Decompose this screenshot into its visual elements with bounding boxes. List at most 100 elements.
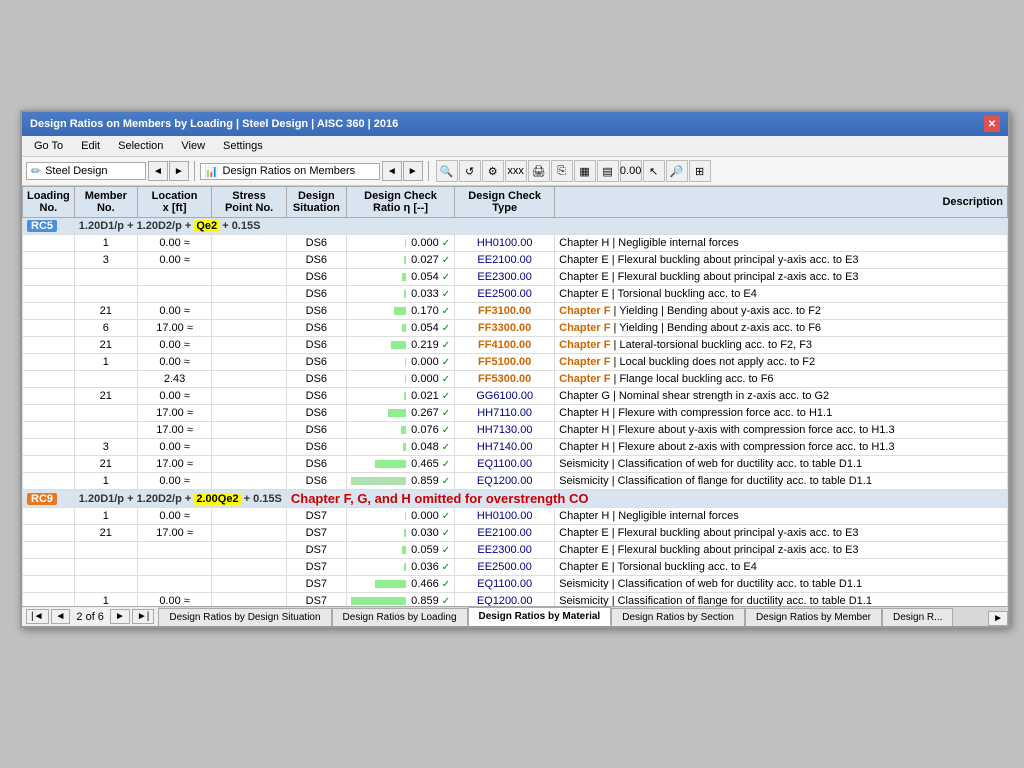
cell-situation: DS6 [286, 371, 346, 388]
cell-ratio: 0.054 ✓ [346, 320, 454, 337]
menu-edit[interactable]: Edit [73, 138, 108, 154]
cell-situation: DS6 [286, 405, 346, 422]
cell-loading [23, 439, 75, 456]
cell-description: Seismicity | Classification of web for d… [555, 456, 1008, 473]
page-last-btn[interactable]: ►| [132, 609, 155, 624]
table-row: 1 0.00 ≈ DS7 0.000 ✓ HH0100.00 Chapter H… [23, 508, 1008, 525]
print-icon[interactable]: 🖨 [528, 160, 550, 182]
menu-bar: Go To Edit Selection View Settings [22, 136, 1008, 157]
tab-more[interactable]: Design R... [882, 608, 953, 626]
cell-situation: DS7 [286, 559, 346, 576]
find-icon[interactable]: 🔎 [666, 160, 688, 182]
cell-situation: DS6 [286, 473, 346, 490]
table-icon[interactable]: ▦ [574, 160, 596, 182]
cell-location: 2.43 [137, 371, 212, 388]
cell-ratio: 0.170 ✓ [346, 303, 454, 320]
cell-description: Chapter H | Flexure about y-axis with co… [555, 422, 1008, 439]
cell-stress [212, 525, 287, 542]
filter-icon[interactable]: ▤ [597, 160, 619, 182]
table-row: 1 0.00 ≈ DS7 0.859 ✓ ΕQ1200.00 Seismicit… [23, 593, 1008, 607]
refresh-icon[interactable]: ↺ [459, 160, 481, 182]
loading-label-rc5: RC5 [23, 218, 75, 235]
loading-row-rc5: RC5 1.20D1/p + 1.20D2/p + Qe2 + 0.15S [23, 218, 1008, 235]
cell-stress [212, 388, 287, 405]
cell-loading [23, 269, 75, 286]
cell-member [74, 286, 137, 303]
cell-situation: DS7 [286, 576, 346, 593]
menu-settings[interactable]: Settings [215, 138, 271, 154]
tab-scroll-right[interactable]: ► [988, 611, 1008, 626]
tab-by-loading[interactable]: Design Ratios by Loading [332, 608, 468, 626]
cell-situation: DS6 [286, 269, 346, 286]
cell-type: HH0100.00 [455, 235, 555, 252]
module-next[interactable]: ► [169, 161, 189, 181]
cell-situation: DS6 [286, 354, 346, 371]
header-type: Design CheckType [455, 187, 555, 218]
export-icon[interactable]: xxx [505, 160, 527, 182]
cell-loading [23, 354, 75, 371]
toolbar: ✏ Steel Design ◄ ► 📊 Design Ratios on Me… [22, 157, 1008, 186]
tab-by-material[interactable]: Design Ratios by Material [468, 607, 612, 626]
cell-loading [23, 405, 75, 422]
cell-ratio: 0.059 ✓ [346, 542, 454, 559]
cell-description: Chapter E | Flexural buckling about prin… [555, 525, 1008, 542]
cell-location: 17.00 ≈ [137, 525, 212, 542]
table-row: 21 0.00 ≈ DS6 0.170 ✓ FF3100.00 Chapter … [23, 303, 1008, 320]
cursor-icon[interactable]: ↖ [643, 160, 665, 182]
cell-ratio: 0.021 ✓ [346, 388, 454, 405]
table-row: 21 17.00 ≈ DS6 0.465 ✓ ΕQ1100.00 Seismic… [23, 456, 1008, 473]
cell-type: HH7140.00 [455, 439, 555, 456]
cell-stress [212, 303, 287, 320]
tab-by-section[interactable]: Design Ratios by Section [611, 608, 745, 626]
cell-loading [23, 576, 75, 593]
view-prev[interactable]: ◄ [382, 161, 402, 181]
search-icon[interactable]: 🔍 [436, 160, 458, 182]
separator-1 [194, 161, 195, 181]
copy-icon[interactable]: ⎘ [551, 160, 573, 182]
page-prev-btn[interactable]: ◄ [51, 609, 71, 624]
cell-member [74, 542, 137, 559]
close-button[interactable]: ✕ [984, 116, 1000, 132]
view-selector[interactable]: 📊 Design Ratios on Members [200, 163, 380, 180]
cell-description: Chapter E | Torsional buckling acc. to E… [555, 559, 1008, 576]
cell-stress [212, 542, 287, 559]
cell-situation: DS7 [286, 593, 346, 607]
info-icon[interactable]: ⊞ [689, 160, 711, 182]
cell-type: FF3100.00 [455, 303, 555, 320]
cell-stress [212, 593, 287, 607]
cell-description: Chapter H | Flexure with compression for… [555, 405, 1008, 422]
menu-view[interactable]: View [173, 138, 213, 154]
cell-location: 0.00 ≈ [137, 388, 212, 405]
cell-member: 1 [74, 508, 137, 525]
loading-formula-rc9: 1.20D1/p + 1.20D2/p + 2.00Qe2 + 0.15S [74, 490, 286, 508]
page-first-btn[interactable]: |◄ [26, 609, 49, 624]
cell-member [74, 269, 137, 286]
module-selector[interactable]: ✏ Steel Design [26, 162, 146, 180]
cell-member [74, 371, 137, 388]
cell-location: 0.00 ≈ [137, 303, 212, 320]
cell-description: Chapter F | Lateral-torsional buckling a… [555, 337, 1008, 354]
bottom-bar: |◄ ◄ 2 of 6 ► ►| Design Ratios by Design… [22, 606, 1008, 626]
cell-description: Chapter E | Flexural buckling about prin… [555, 252, 1008, 269]
module-prev[interactable]: ◄ [148, 161, 168, 181]
cell-loading [23, 456, 75, 473]
menu-selection[interactable]: Selection [110, 138, 171, 154]
value-icon[interactable]: 0.00 [620, 160, 642, 182]
cell-description: Chapter E | Torsional buckling acc. to E… [555, 286, 1008, 303]
cell-type: ΕQ1100.00 [455, 576, 555, 593]
settings-icon[interactable]: ⚙ [482, 160, 504, 182]
cell-situation: DS6 [286, 235, 346, 252]
tab-by-member[interactable]: Design Ratios by Member [745, 608, 882, 626]
module-icon: ✏ [31, 164, 41, 178]
cell-ratio: 0.027 ✓ [346, 252, 454, 269]
menu-goto[interactable]: Go To [26, 138, 71, 154]
page-next-btn[interactable]: ► [110, 609, 130, 624]
header-stress: StressPoint No. [212, 187, 287, 218]
cell-location: 17.00 ≈ [137, 320, 212, 337]
header-member-no: MemberNo. [74, 187, 137, 218]
tab-design-situation[interactable]: Design Ratios by Design Situation [158, 608, 331, 626]
cell-member: 21 [74, 388, 137, 405]
cell-type: ΕΕ2300.00 [455, 542, 555, 559]
cell-member [74, 405, 137, 422]
view-next[interactable]: ► [403, 161, 423, 181]
